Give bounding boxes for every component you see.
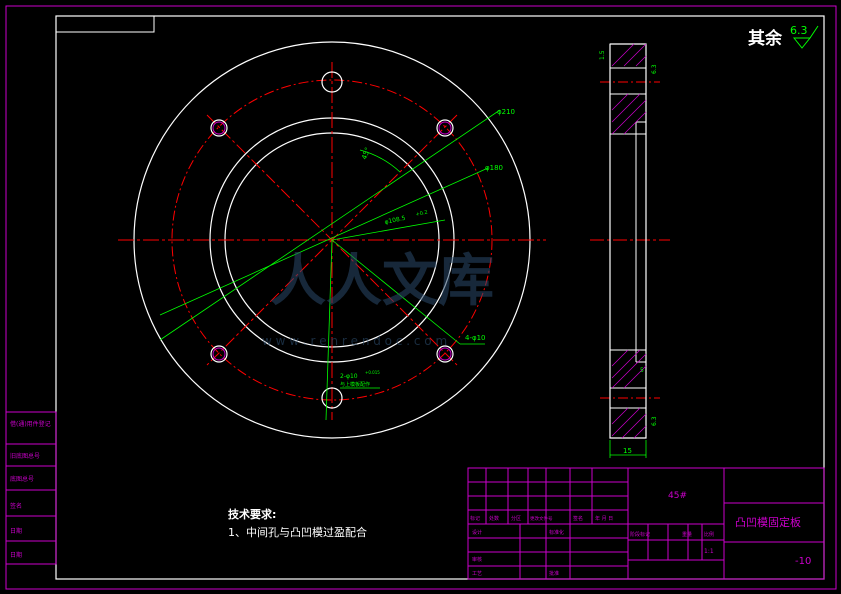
tb-cell-change-doc: 更改文件号 [530,515,553,522]
tech-req-item-1: 1、中间孔与凸凹模过盈配合 [228,525,367,539]
tb-cell-scale: 比例 [704,531,714,538]
corner-note-text: 其余 [748,28,783,49]
tb-cell-date: 年 月 日 [595,515,613,522]
screw-hole-tl-inner [212,121,226,135]
screw-hole-br-inner [438,347,452,361]
top-left-code-box [55,15,155,33]
strip-label-1: 借(通)用件登记 [10,420,51,428]
tb-cell-process: 工艺 [472,571,482,577]
screw-hole-tr-inner [438,121,452,135]
tb-cell-zone: 分区 [511,515,521,522]
dim-2x-note: 与上模板配作 [340,381,370,388]
strip-label-3: 底图总号 [10,475,34,483]
dim-hole-circle: φ180 [485,164,503,172]
tb-cell-sign: 签名 [573,515,583,522]
hatching [611,43,647,439]
strip-label-4: 签名 [10,502,22,510]
tb-cell-design: 设计 [472,529,482,536]
tb-cell-weight: 重量 [682,531,692,538]
strip-label-6: 日期 [10,551,22,559]
watermark-url: w w w . r e n r e n d o c . c o m [262,334,447,348]
tb-cell-review: 审核 [472,556,482,563]
scale-value: 1:1 [704,548,714,555]
side-roughness-bottom: 6.3 [651,416,658,426]
corner-roughness-value: 6.3 [790,24,808,37]
strip-label-2: 旧底图总号 [10,452,40,460]
side-outline [609,43,647,439]
cad-drawing: 借(通)用件登记 旧底图总号 底图总号 签名 日期 日期 φ210 φ180 φ… [5,5,837,590]
side-view [590,43,670,458]
dim-4x-holes: 4-φ10 [465,334,486,342]
side-top-section [609,43,647,69]
dim-angle: 45° [360,146,372,160]
side-bottom-section [609,407,647,439]
dim-bore: φ108.5 [384,215,406,226]
dim-2x-tol: +0.015 [365,370,380,375]
side-thickness-dim: 15 [623,447,632,455]
drawing-number: -10 [795,556,811,567]
side-chamfer-dim: 1.5 [599,50,606,60]
side-roughness-top: 6.3 [651,64,658,74]
tech-req-title: 技术要求: [228,507,276,521]
tb-cell-mark: 标记 [470,515,480,522]
left-strip [5,411,57,565]
tb-cell-stage: 阶段标记 [630,531,650,538]
dim-bore-tol: +0.2 [415,210,428,218]
watermark-text: 人人文库 [270,249,494,314]
strip-label-5: 日期 [10,527,22,535]
screw-hole-bl-inner [212,347,226,361]
side-upper-section [609,93,647,135]
material-label: 45# [668,491,687,501]
part-name: 凸凹模固定板 [735,515,801,529]
tb-cell-standard: 标准化 [549,529,564,536]
tb-cell-count: 处数 [489,515,499,522]
side-small-dim: 5 [640,367,644,374]
dim-2x-holes: 2-φ10 [340,373,358,380]
dim-outer-diameter: φ210 [497,108,515,116]
tb-cell-approve: 批准 [549,570,559,577]
